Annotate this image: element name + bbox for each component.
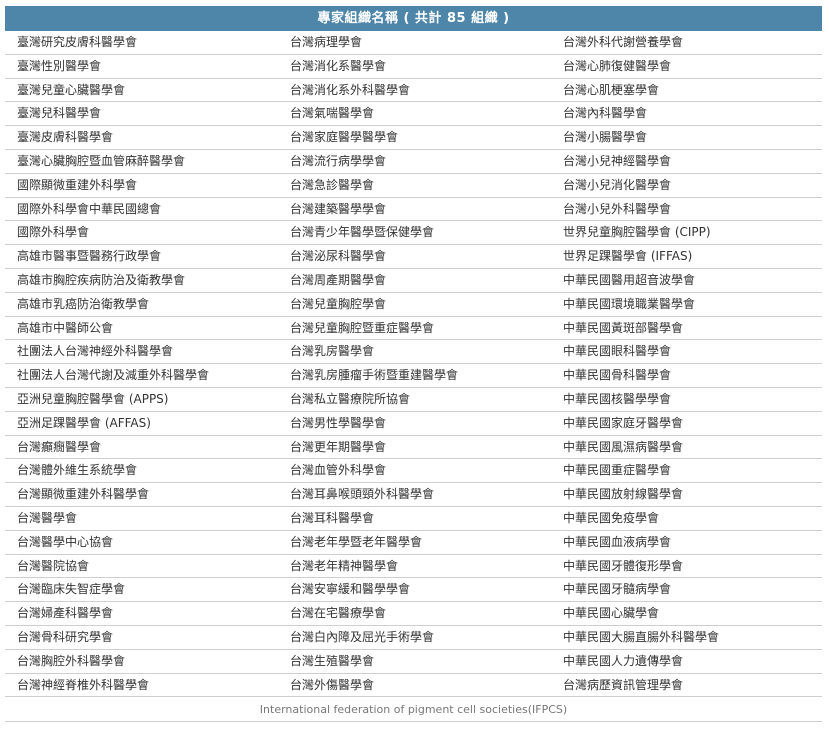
organization-grid: 臺灣研究皮膚科醫學會 台灣病理學會 台灣外科代謝營養學會臺灣性別醫學會 台灣消化系醫學… — [5, 31, 822, 698]
organization-cell: 中華民國眼科醫學會 — [551, 340, 822, 365]
organization-cell: 台灣老年學暨老年醫學會 — [278, 531, 551, 555]
organization-cell: 世界足踝醫學會 (IFFAS) — [551, 245, 822, 269]
organization-cell: 台灣心肌梗塞學會 — [551, 79, 822, 103]
organization-cell: 台灣顯微重建外科醫學會 — [5, 483, 278, 507]
organization-cell: 台灣老年精神醫學會 — [278, 555, 551, 579]
organization-cell: 社團法人台灣代謝及減重外科醫學會 — [5, 364, 278, 388]
organization-cell: 台灣乳房醫學會 — [278, 340, 551, 365]
organization-cell: 台灣神經脊椎外科醫學會 — [5, 674, 278, 698]
table-footer-note: International federation of pigment cell… — [5, 697, 822, 723]
organization-cell: 台灣體外維生系統學會 — [5, 459, 278, 484]
organization-cell: 台灣耳科醫學會 — [278, 507, 551, 531]
organization-cell: 台灣小兒消化醫學會 — [551, 174, 822, 198]
organization-cell: 台灣病歷資訊管理學會 — [551, 674, 822, 698]
organization-cell: 高雄市胸腔疾病防治及衛教學會 — [5, 269, 278, 293]
organization-cell: 台灣青少年醫學暨保健學會 — [278, 221, 551, 246]
organization-cell: 台灣建築醫學學會 — [278, 198, 551, 222]
organization-cell: 台灣內科醫學會 — [551, 102, 822, 127]
organization-cell: 台灣醫學中心協會 — [5, 531, 278, 555]
organization-cell: 台灣病理學會 — [278, 31, 551, 55]
organization-cell: 台灣胸腔外科醫學會 — [5, 650, 278, 674]
organization-cell: 世界兒童胸腔醫學會 (CIPP) — [551, 221, 822, 246]
organization-cell: 中華民國重症醫學會 — [551, 459, 822, 484]
organization-cell: 台灣家庭醫學醫學會 — [278, 126, 551, 150]
organization-cell: 高雄市醫事暨醫務行政學會 — [5, 245, 278, 269]
organization-cell: 台灣心肺復健醫學會 — [551, 55, 822, 79]
organization-cell: 台灣小兒外科醫學會 — [551, 198, 822, 222]
organization-cell: 國際外科學會中華民國總會 — [5, 198, 278, 222]
organization-cell: 國際顯微重建外科學會 — [5, 174, 278, 198]
organization-cell: 台灣消化系外科醫學會 — [278, 79, 551, 103]
organization-cell: 臺灣兒科醫學會 — [5, 102, 278, 127]
organization-cell: 中華民國骨科醫學會 — [551, 364, 822, 388]
organization-cell: 台灣消化系醫學會 — [278, 55, 551, 79]
organization-cell: 台灣周產期醫學會 — [278, 269, 551, 293]
organization-cell: 台灣外傷醫學會 — [278, 674, 551, 698]
organization-cell: 臺灣皮膚科醫學會 — [5, 126, 278, 150]
organization-cell: 中華民國家庭牙醫學會 — [551, 412, 822, 436]
organization-cell: 台灣耳鼻喉頭頸外科醫學會 — [278, 483, 551, 507]
table-title: 專家組織名稱 ( 共計 85 組織 ) — [5, 6, 822, 31]
organization-cell: 中華民國心臟學會 — [551, 602, 822, 626]
organization-cell: 高雄市中醫師公會 — [5, 317, 278, 341]
organization-cell: 台灣在宅醫療學會 — [278, 602, 551, 626]
organization-cell: 台灣兒童胸腔暨重症醫學會 — [278, 317, 551, 341]
organization-cell: 台灣小腸醫學會 — [551, 126, 822, 150]
organization-cell: 臺灣研究皮膚科醫學會 — [5, 31, 278, 55]
organization-cell: 台灣安寧緩和醫學學會 — [278, 578, 551, 603]
organization-cell: 台灣氣喘醫學會 — [278, 102, 551, 127]
organization-cell: 台灣流行病學學會 — [278, 150, 551, 174]
organization-cell: 台灣血管外科學會 — [278, 459, 551, 484]
organization-cell: 中華民國牙體復形學會 — [551, 555, 822, 579]
organization-cell: 中華民國大腸直腸外科醫學會 — [551, 626, 822, 650]
organization-table: 專家組織名稱 ( 共計 85 組織 ) 臺灣研究皮膚科醫學會 台灣病理學會 台灣外科… — [5, 6, 822, 723]
organization-cell: 台灣醫學會 — [5, 507, 278, 531]
organization-cell: 臺灣心臟胸腔暨血管麻醉醫學會 — [5, 150, 278, 174]
organization-cell: 台灣生殖醫學會 — [278, 650, 551, 674]
organization-cell: 台灣男性學醫學會 — [278, 412, 551, 436]
organization-cell: 台灣癲癇醫學會 — [5, 436, 278, 460]
organization-cell: 台灣泌尿科醫學會 — [278, 245, 551, 269]
organization-cell: 中華民國醫用超音波學會 — [551, 269, 822, 293]
organization-cell: 台灣婦產科醫學會 — [5, 602, 278, 626]
organization-cell: 台灣白內障及屈光手術學會 — [278, 626, 551, 650]
organization-cell: 中華民國核醫學學會 — [551, 388, 822, 412]
organization-cell: 台灣臨床失智症學會 — [5, 578, 278, 603]
organization-cell: 臺灣性別醫學會 — [5, 55, 278, 79]
organization-cell: 台灣兒童胸腔學會 — [278, 293, 551, 317]
organization-cell: 中華民國血液病學會 — [551, 531, 822, 555]
organization-cell: 台灣骨科研究學會 — [5, 626, 278, 650]
organization-cell: 中華民國牙髓病學會 — [551, 578, 822, 603]
organization-cell: 台灣乳房腫瘤手術暨重建醫學會 — [278, 364, 551, 388]
organization-cell: 中華民國放射線醫學會 — [551, 483, 822, 507]
organization-cell: 台灣醫院協會 — [5, 555, 278, 579]
organization-cell: 高雄市乳癌防治衛教學會 — [5, 293, 278, 317]
organization-cell: 亞洲足踝醫學會 (AFFAS) — [5, 412, 278, 436]
organization-cell: 台灣急診醫學會 — [278, 174, 551, 198]
organization-cell: 中華民國環境職業醫學會 — [551, 293, 822, 317]
organization-cell: 社團法人台灣神經外科醫學會 — [5, 340, 278, 365]
organization-cell: 亞洲兒童胸腔醫學會 (APPS) — [5, 388, 278, 412]
organization-cell: 中華民國黃斑部醫學會 — [551, 317, 822, 341]
organization-cell: 臺灣兒童心臟醫學會 — [5, 79, 278, 103]
organization-cell: 台灣更年期醫學會 — [278, 436, 551, 460]
organization-cell: 台灣小兒神經醫學會 — [551, 150, 822, 174]
organization-cell: 台灣外科代謝營養學會 — [551, 31, 822, 55]
organization-cell: 台灣私立醫療院所協會 — [278, 388, 551, 412]
organization-cell: 中華民國風濕病醫學會 — [551, 436, 822, 460]
organization-cell: 中華民國人力遺傳學會 — [551, 650, 822, 674]
organization-cell: 國際外科學會 — [5, 221, 278, 246]
organization-cell: 中華民國免疫學會 — [551, 507, 822, 531]
